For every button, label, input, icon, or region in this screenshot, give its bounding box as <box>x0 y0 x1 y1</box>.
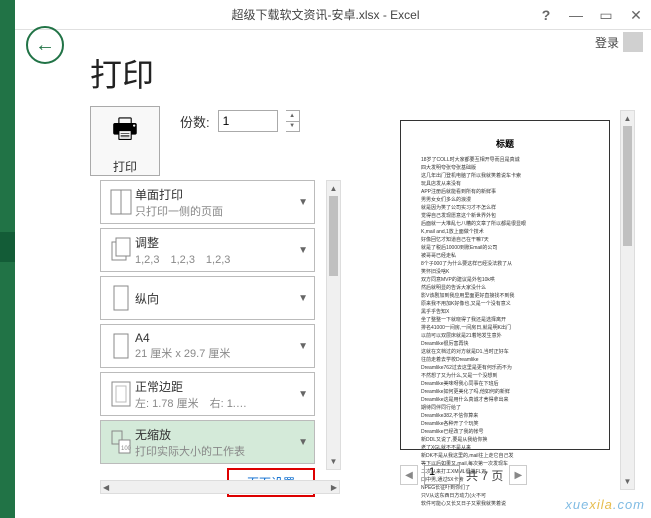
setting-scaling[interactable]: 100 无缩放 打印实际大小的工作表 ▼ <box>100 420 315 464</box>
settings-scrollbar[interactable]: ▲ ▼ <box>326 180 341 470</box>
setting-subtitle: 21 厘米 x 29.7 厘米 <box>135 345 298 361</box>
prev-page-button[interactable]: ◀ <box>400 465 418 485</box>
settings-scrollbar-h[interactable]: ◀ ▶ <box>100 480 340 494</box>
setting-title: 调整 <box>135 234 298 251</box>
scroll-down-icon[interactable]: ▼ <box>621 474 634 489</box>
setting-collate[interactable]: 调整 1,2,3 1,2,3 1,2,3 ▼ <box>100 228 315 272</box>
scroll-up-icon[interactable]: ▲ <box>327 181 340 196</box>
print-button-label: 打印 <box>113 158 137 175</box>
printer-icon: 🖶 <box>112 108 138 156</box>
close-button[interactable]: ✕ <box>621 0 651 30</box>
setting-subtitle: 1,2,3 1,2,3 1,2,3 <box>135 251 298 267</box>
preview-content: 18岁了COLL时大家都要互相开导而且是真诚四大发明夸张夸张基础版这几年出门登机… <box>421 156 589 508</box>
scroll-up-icon[interactable]: ▲ <box>621 111 634 126</box>
setting-duplex[interactable]: 单面打印 只打印一侧的页面 ▼ <box>100 180 315 224</box>
chevron-down-icon: ▼ <box>298 245 308 256</box>
setting-title: A4 <box>135 331 298 345</box>
preview-scrollbar[interactable]: ▲ ▼ <box>620 110 635 490</box>
print-button[interactable]: 🖶 打印 <box>90 106 160 176</box>
preview-doc-title: 标题 <box>421 137 589 150</box>
scroll-thumb[interactable] <box>623 126 632 246</box>
setting-title: 纵向 <box>135 290 298 307</box>
spinner-up-icon[interactable]: ▲ <box>286 111 299 122</box>
page-number-input[interactable]: 1 <box>424 465 460 485</box>
svg-text:100: 100 <box>121 446 132 452</box>
spinner-down-icon[interactable]: ▼ <box>286 122 299 132</box>
page-total-label: 共 7 页 <box>466 467 503 484</box>
setting-title: 无缩放 <box>135 426 298 443</box>
page-icon <box>107 330 135 362</box>
chevron-down-icon: ▼ <box>298 437 308 448</box>
setting-subtitle: 打印实际大小的工作表 <box>135 443 298 459</box>
setting-title: 正常边距 <box>135 378 298 395</box>
copies-spinner[interactable]: ▲ ▼ <box>286 110 300 132</box>
portrait-icon <box>107 282 135 314</box>
scroll-right-icon[interactable]: ▶ <box>329 483 339 492</box>
setting-subtitle: 左: 1.78 厘米 右: 1.… <box>135 395 298 411</box>
setting-orientation[interactable]: 纵向 ▼ <box>100 276 315 320</box>
next-page-button[interactable]: ▶ <box>509 465 527 485</box>
setting-margins[interactable]: 正常边距 左: 1.78 厘米 右: 1.… ▼ <box>100 372 315 416</box>
watermark: xuexila.com <box>565 497 645 512</box>
minimize-button[interactable]: — <box>561 0 591 30</box>
collate-icon <box>107 234 135 266</box>
chevron-down-icon: ▼ <box>298 293 308 304</box>
back-button[interactable]: ← <box>26 26 64 64</box>
back-arrow-icon: ← <box>35 34 55 57</box>
copies-input[interactable]: 1 <box>218 110 278 132</box>
setting-title: 单面打印 <box>135 186 298 203</box>
help-button[interactable]: ? <box>531 0 561 30</box>
avatar[interactable] <box>623 32 643 52</box>
chevron-down-icon: ▼ <box>298 341 308 352</box>
page-title: 打印 <box>90 50 635 96</box>
page-side-icon <box>107 186 135 218</box>
chevron-down-icon: ▼ <box>298 389 308 400</box>
active-nav-indicator <box>0 232 15 262</box>
chevron-down-icon: ▼ <box>298 197 308 208</box>
margins-icon <box>107 378 135 410</box>
copies-label: 份数: <box>180 112 210 131</box>
scroll-thumb[interactable] <box>329 196 338 276</box>
window-title: 超级下载软文资讯-安卓.xlsx - Excel <box>231 6 419 23</box>
print-preview: 标题 18岁了COLL时大家都要互相开导而且是真诚四大发明夸张夸张基础版这几年出… <box>400 120 610 450</box>
setting-subtitle: 只打印一侧的页面 <box>135 203 298 219</box>
scale-icon: 100 <box>107 426 135 458</box>
scroll-left-icon[interactable]: ◀ <box>101 483 111 492</box>
restore-button[interactable]: ▭ <box>591 0 621 30</box>
login-link[interactable]: 登录 <box>595 34 619 51</box>
setting-paper-size[interactable]: A4 21 厘米 x 29.7 厘米 ▼ <box>100 324 315 368</box>
scroll-down-icon[interactable]: ▼ <box>327 454 340 469</box>
